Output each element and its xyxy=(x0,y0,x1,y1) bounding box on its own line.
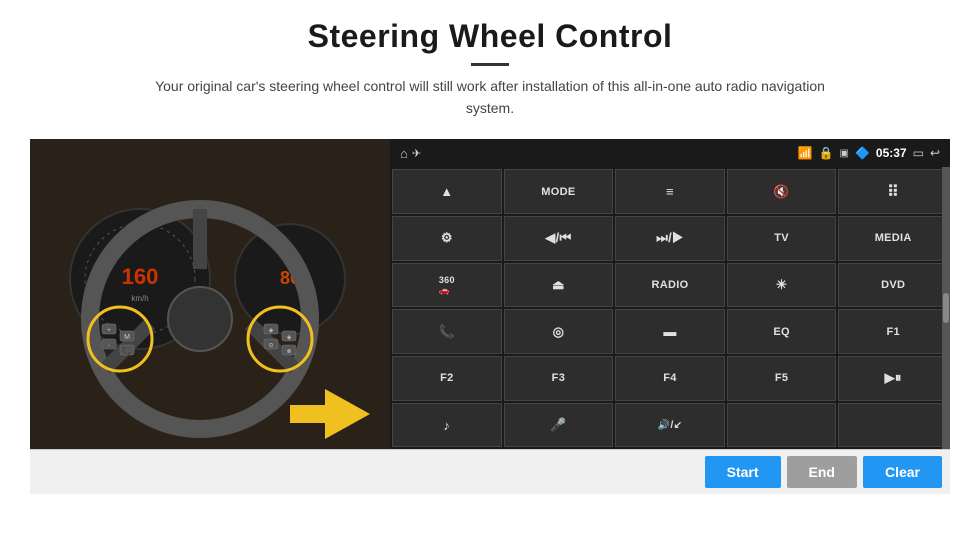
bt-icon: 🔷 xyxy=(855,146,870,160)
btn-eject[interactable]: ⏏ xyxy=(504,263,614,308)
svg-text:◈: ◈ xyxy=(287,335,292,341)
clear-button[interactable]: Clear xyxy=(863,456,942,488)
btn-360[interactable]: 360🚗 xyxy=(392,263,502,308)
svg-text:◈: ◈ xyxy=(269,328,274,334)
btn-f5[interactable]: F5 xyxy=(727,356,837,401)
back-icon[interactable]: ↩ xyxy=(930,146,940,160)
btn-vol-phone[interactable]: 🔊/↙ xyxy=(615,403,725,448)
btn-mode[interactable]: MODE xyxy=(504,169,614,214)
btn-eq[interactable]: EQ xyxy=(727,309,837,354)
svg-text:-: - xyxy=(108,343,110,349)
status-left: ⌂ ✈ xyxy=(400,146,421,161)
steering-wheel-image: 160 km/h 80 + - M xyxy=(30,139,390,449)
btn-play-pause[interactable]: ▶⏸ xyxy=(838,356,948,401)
btn-phone[interactable]: 📞 xyxy=(392,309,502,354)
page-title: Steering Wheel Control xyxy=(140,18,840,55)
status-bar: ⌂ ✈ 📶 🔒 ▣ 🔷 05:37 ▭ ↩ xyxy=(390,139,950,167)
action-bar: Start End Clear xyxy=(30,449,950,494)
button-grid: ▲ MODE ≡ 🔇 ⠿ ⚙ ◀/⏮ ⏭/▶ TV MEDIA 360🚗 ⏏ R… xyxy=(390,167,950,449)
page-container: Steering Wheel Control Your original car… xyxy=(0,0,980,544)
svg-text:160: 160 xyxy=(122,264,159,289)
scroll-thumb xyxy=(943,293,949,323)
btn-prev[interactable]: ◀/⏮ xyxy=(504,216,614,261)
btn-media[interactable]: MEDIA xyxy=(838,216,948,261)
btn-music[interactable]: ♪ xyxy=(392,403,502,448)
btn-dvd[interactable]: DVD xyxy=(838,263,948,308)
page-subtitle: Your original car's steering wheel contr… xyxy=(140,76,840,119)
status-time: 05:37 xyxy=(876,146,907,160)
btn-empty2 xyxy=(838,403,948,448)
cast-icon: ▭ xyxy=(913,146,924,160)
start-button[interactable]: Start xyxy=(705,456,781,488)
btn-f4[interactable]: F4 xyxy=(615,356,725,401)
title-section: Steering Wheel Control Your original car… xyxy=(140,18,840,133)
btn-f1[interactable]: F1 xyxy=(838,309,948,354)
btn-nav-up[interactable]: ▲ xyxy=(392,169,502,214)
btn-mute[interactable]: 🔇 xyxy=(727,169,837,214)
nav-icon: ✈ xyxy=(412,147,421,160)
btn-mirror[interactable]: ▬ xyxy=(615,309,725,354)
svg-text:M: M xyxy=(124,334,130,341)
title-divider xyxy=(471,63,509,66)
btn-mic[interactable]: 🎤 xyxy=(504,403,614,448)
svg-text:+: + xyxy=(107,328,111,334)
btn-menu[interactable]: ≡ xyxy=(615,169,725,214)
sd-icon: ▣ xyxy=(839,148,848,159)
scroll-bar[interactable] xyxy=(942,167,950,449)
btn-next[interactable]: ⏭/▶ xyxy=(615,216,725,261)
home-icon[interactable]: ⌂ xyxy=(400,146,408,161)
svg-text:⊗: ⊗ xyxy=(286,349,291,355)
radio-panel: ⌂ ✈ 📶 🔒 ▣ 🔷 05:37 ▭ ↩ ▲ MODE ≡ xyxy=(390,139,950,449)
btn-empty1 xyxy=(727,403,837,448)
btn-f3[interactable]: F3 xyxy=(504,356,614,401)
btn-apps[interactable]: ⠿ xyxy=(838,169,948,214)
end-button[interactable]: End xyxy=(787,456,857,488)
btn-settings[interactable]: ⚙ xyxy=(392,216,502,261)
btn-navi[interactable]: ◎ xyxy=(504,309,614,354)
btn-radio[interactable]: RADIO xyxy=(615,263,725,308)
btn-tv[interactable]: TV xyxy=(727,216,837,261)
svg-text:📞: 📞 xyxy=(122,345,132,355)
svg-text:⊙: ⊙ xyxy=(268,343,273,349)
wifi-icon: 📶 xyxy=(798,146,813,160)
btn-brightness[interactable]: ☀ xyxy=(727,263,837,308)
btn-f2[interactable]: F2 xyxy=(392,356,502,401)
lock-icon: 🔒 xyxy=(819,146,834,160)
svg-text:km/h: km/h xyxy=(131,294,148,303)
status-right: 📶 🔒 ▣ 🔷 05:37 ▭ ↩ xyxy=(798,146,940,160)
